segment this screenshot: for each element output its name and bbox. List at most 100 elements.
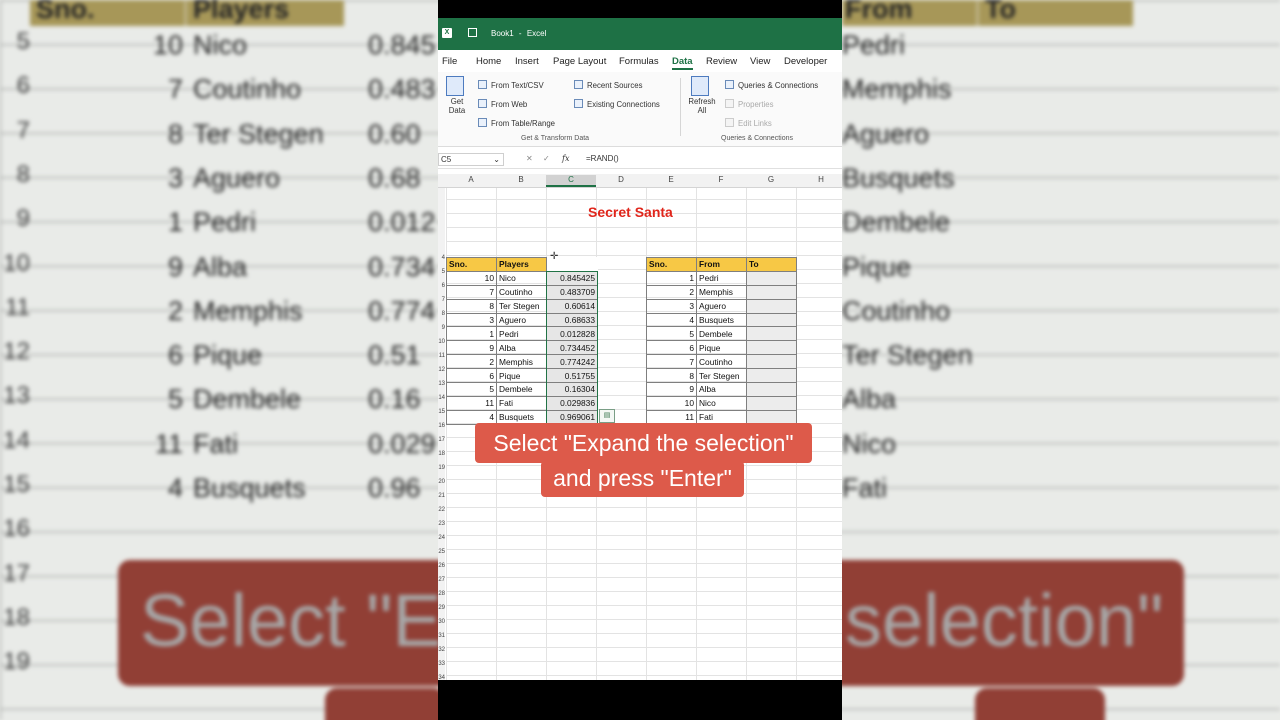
column-header-a[interactable]: A — [446, 175, 496, 184]
cell-player[interactable]: Alba — [496, 340, 547, 356]
row-header[interactable]: 33 — [438, 661, 445, 667]
row-header[interactable]: 5 — [438, 269, 445, 275]
quick-analysis-icon[interactable]: ▤ — [599, 409, 615, 423]
cell-to[interactable] — [746, 298, 797, 314]
cell-rand[interactable]: 0.16304 — [546, 382, 598, 397]
cell-sno[interactable]: 5 — [646, 326, 697, 342]
row-header[interactable]: 18 — [438, 451, 445, 457]
cell-from[interactable]: Memphis — [696, 284, 747, 300]
cell-to[interactable] — [746, 368, 797, 384]
cell-rand[interactable]: 0.734452 — [546, 340, 598, 356]
column-header-c[interactable]: C — [546, 175, 596, 187]
cell-player[interactable]: Coutinho — [496, 284, 547, 300]
row-header[interactable]: 6 — [438, 283, 445, 289]
row-header[interactable]: 20 — [438, 479, 445, 485]
cell-sno[interactable]: 9 — [446, 340, 497, 356]
fx-icon[interactable]: fx — [562, 154, 569, 163]
row-header[interactable]: 16 — [438, 423, 445, 429]
name-box[interactable]: C5 ⌄ — [438, 153, 504, 166]
cell-sno[interactable]: 2 — [646, 284, 697, 300]
cell-from[interactable]: Dembele — [696, 326, 747, 342]
save-icon[interactable] — [468, 28, 477, 37]
refresh-all-button[interactable]: Refresh All — [687, 76, 717, 115]
recent-sources-button[interactable]: Recent Sources — [574, 80, 642, 90]
cell-player[interactable]: Nico — [496, 270, 547, 286]
cell-from[interactable]: Alba — [696, 382, 747, 397]
row-header[interactable]: 7 — [438, 297, 445, 303]
cell-player[interactable]: Dembele — [496, 382, 547, 397]
cell-sno[interactable]: 5 — [446, 382, 497, 397]
cell-rand[interactable]: 0.029836 — [546, 395, 598, 411]
formula-input[interactable]: =RAND() — [586, 154, 619, 163]
row-header[interactable]: 17 — [438, 437, 445, 443]
tab-developer[interactable]: Developer — [784, 56, 827, 67]
edit-links-button[interactable]: Edit Links — [725, 118, 772, 128]
row-header[interactable]: 27 — [438, 577, 445, 583]
queries-connections-button[interactable]: Queries & Connections — [725, 80, 818, 90]
cell-sno[interactable]: 7 — [646, 354, 697, 370]
cell-sno[interactable]: 11 — [446, 395, 497, 411]
cell-player[interactable]: Ter Stegen — [496, 298, 547, 314]
cell-sno[interactable]: 10 — [646, 395, 697, 411]
from-text-csv-button[interactable]: From Text/CSV — [478, 80, 544, 90]
header-from[interactable]: From — [696, 257, 747, 272]
cell-sno[interactable]: 4 — [646, 312, 697, 328]
cell-from[interactable]: Pique — [696, 340, 747, 356]
cell-sno[interactable]: 10 — [446, 270, 497, 286]
cell-player[interactable]: Fati — [496, 395, 547, 411]
cell-player[interactable]: Memphis — [496, 354, 547, 370]
column-header-d[interactable]: D — [596, 175, 646, 184]
row-header[interactable]: 21 — [438, 493, 445, 499]
row-header[interactable]: 28 — [438, 591, 445, 597]
cancel-icon[interactable]: ✕ — [526, 154, 533, 163]
row-header[interactable]: 11 — [438, 353, 445, 359]
row-header[interactable]: 34 — [438, 675, 445, 680]
cell-sno[interactable]: 1 — [446, 326, 497, 342]
header-players[interactable]: Players — [496, 257, 547, 272]
row-header[interactable]: 23 — [438, 521, 445, 527]
cell-sno[interactable]: 2 — [446, 354, 497, 370]
cell-sno[interactable]: 1 — [646, 270, 697, 286]
row-header[interactable]: 4 — [438, 255, 445, 261]
tab-page-layout[interactable]: Page Layout — [553, 56, 606, 67]
row-header[interactable]: 22 — [438, 507, 445, 513]
row-header[interactable]: 24 — [438, 535, 445, 541]
cell-from[interactable]: Ter Stegen — [696, 368, 747, 384]
tab-insert[interactable]: Insert — [515, 56, 539, 67]
row-header[interactable]: 25 — [438, 549, 445, 555]
get-data-button[interactable]: Get Data — [446, 76, 468, 115]
row-header[interactable]: 13 — [438, 381, 445, 387]
cell-to[interactable] — [746, 284, 797, 300]
tab-file[interactable]: File — [442, 56, 457, 67]
cell-player[interactable]: Aguero — [496, 312, 547, 328]
tab-formulas[interactable]: Formulas — [619, 56, 659, 67]
header-to[interactable]: To — [746, 257, 797, 272]
cell-to[interactable] — [746, 395, 797, 411]
column-header-h[interactable]: H — [796, 175, 842, 184]
cell-rand[interactable]: 0.68633 — [546, 312, 598, 328]
from-web-button[interactable]: From Web — [478, 99, 527, 109]
check-icon[interactable]: ✓ — [543, 154, 550, 163]
cell-from[interactable]: Busquets — [696, 312, 747, 328]
column-header-f[interactable]: F — [696, 175, 746, 184]
existing-connections-button[interactable]: Existing Connections — [574, 99, 660, 109]
cell-to[interactable] — [746, 354, 797, 370]
cell-sno[interactable]: 6 — [646, 340, 697, 356]
cell-sno[interactable]: 9 — [646, 382, 697, 397]
cell-rand[interactable]: 0.51755 — [546, 368, 598, 384]
cell-sno[interactable]: 3 — [446, 312, 497, 328]
row-header[interactable]: 32 — [438, 647, 445, 653]
tab-home[interactable]: Home — [476, 56, 501, 67]
cell-sno[interactable]: 7 — [446, 284, 497, 300]
row-header[interactable]: 9 — [438, 325, 445, 331]
cell-rand[interactable]: 0.774242 — [546, 354, 598, 370]
header-sno[interactable]: Sno. — [446, 257, 497, 272]
cell-sno[interactable]: 6 — [446, 368, 497, 384]
cell-to[interactable] — [746, 340, 797, 356]
tab-data[interactable]: Data — [672, 56, 693, 70]
cell-rand[interactable]: 0.012828 — [546, 326, 598, 342]
from-table-range-button[interactable]: From Table/Range — [478, 118, 555, 128]
tab-review[interactable]: Review — [706, 56, 737, 67]
row-header[interactable]: 10 — [438, 339, 445, 345]
cell-from[interactable]: Coutinho — [696, 354, 747, 370]
